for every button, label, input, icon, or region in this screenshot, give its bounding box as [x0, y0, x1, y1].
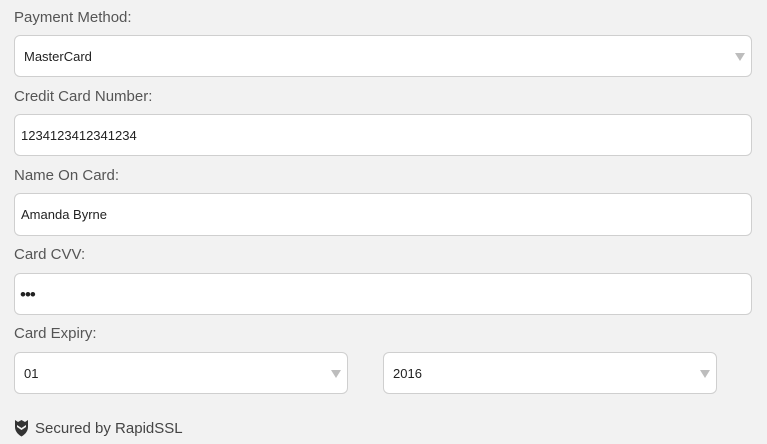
card-cvv-label: Card CVV:	[14, 246, 86, 263]
chevron-down-icon	[331, 370, 341, 378]
card-number-value: 1234123412341234	[21, 127, 137, 143]
card-cvv-input[interactable]: •••	[14, 273, 752, 315]
name-on-card-input[interactable]: Amanda Byrne	[14, 193, 752, 236]
name-on-card-value: Amanda Byrne	[21, 207, 107, 222]
chevron-down-icon	[700, 370, 710, 378]
shield-icon	[15, 420, 28, 437]
payment-method-value: MasterCard	[24, 48, 92, 64]
secured-badge: Secured by RapidSSL	[14, 414, 183, 442]
card-number-input[interactable]: 1234123412341234	[14, 114, 752, 156]
card-cvv-masked-value: •••	[20, 284, 36, 304]
payment-method-select[interactable]: MasterCard	[14, 35, 752, 77]
card-expiry-label: Card Expiry:	[14, 325, 97, 342]
expiry-month-select[interactable]: 01	[14, 352, 348, 394]
expiry-year-select[interactable]: 2016	[383, 352, 717, 394]
expiry-year-value: 2016	[393, 365, 422, 381]
chevron-down-icon	[735, 53, 745, 61]
secured-text: Secured by RapidSSL	[35, 419, 183, 437]
card-number-label: Credit Card Number:	[14, 88, 153, 105]
name-on-card-label: Name On Card:	[14, 167, 120, 184]
expiry-month-value: 01	[24, 365, 39, 381]
payment-method-label: Payment Method:	[14, 9, 132, 26]
